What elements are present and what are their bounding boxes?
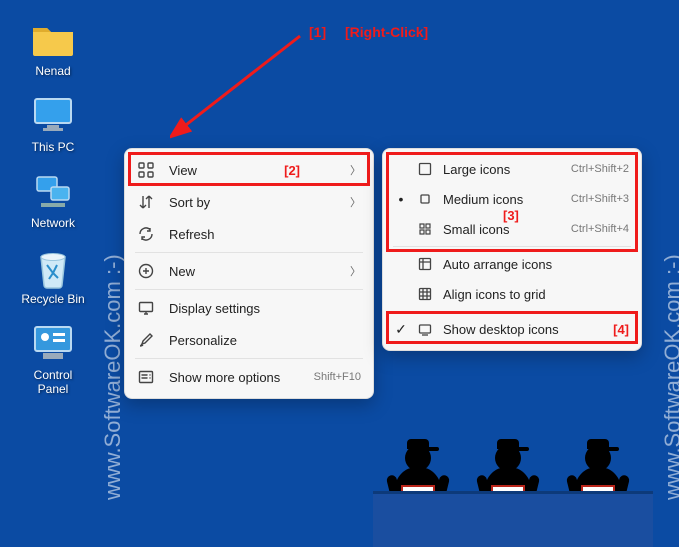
annotation-2: [2] <box>284 163 300 178</box>
desktop-icons-column: Nenad This PC Network Recycle Bin Contro… <box>18 20 88 396</box>
desktop-icons-icon <box>417 322 433 338</box>
chevron-right-icon: 〉 <box>350 263 361 279</box>
menu-item-label: View <box>169 163 270 178</box>
align-grid-icon <box>417 286 433 302</box>
submenu-item-shortcut: Ctrl+Shift+3 <box>571 193 629 205</box>
menu-item-label: Personalize <box>169 333 361 348</box>
radio-mark-selected: • <box>395 191 407 207</box>
submenu-item-large-icons[interactable]: Large icons Ctrl+Shift+2 <box>383 154 641 184</box>
menu-separator <box>135 289 363 290</box>
submenu-item-shortcut: Ctrl+Shift+2 <box>571 163 629 175</box>
menu-item-label: New <box>169 264 336 279</box>
desktop-context-menu: View [2] 〉 Sort by 〉 Refresh New 〉 Displ… <box>124 148 374 399</box>
desktop-icon-label: Network <box>31 216 75 230</box>
menu-item-refresh[interactable]: Refresh <box>125 218 373 250</box>
view-submenu: Large icons Ctrl+Shift+2 • Medium icons … <box>382 148 642 351</box>
annotation-1: [1] <box>309 24 326 40</box>
menu-separator <box>393 246 631 247</box>
desktop-icon-folder[interactable]: Nenad <box>18 20 88 78</box>
desktop-icon-label: This PC <box>32 140 75 154</box>
menu-item-label: Display settings <box>169 301 361 316</box>
watermark-text: www.SoftwareOK.com :-) <box>660 254 679 500</box>
menu-item-personalize[interactable]: Personalize <box>125 324 373 356</box>
submenu-item-shortcut: Ctrl+Shift+4 <box>571 223 629 235</box>
desktop-icon-label: Control Panel <box>18 368 88 396</box>
submenu-item-align-grid[interactable]: Align icons to grid <box>383 279 641 309</box>
menu-item-view[interactable]: View [2] 〉 <box>125 154 373 186</box>
chevron-right-icon: 〉 <box>350 162 361 178</box>
submenu-item-label: Auto arrange icons <box>443 257 629 272</box>
trash-icon <box>31 248 75 288</box>
medium-icons-icon <box>417 191 433 207</box>
desktop-icon-network[interactable]: Network <box>18 172 88 230</box>
refresh-icon <box>137 225 155 243</box>
check-mark-checked: ✓ <box>395 321 407 338</box>
grid-icon <box>137 161 155 179</box>
folder-icon <box>31 20 75 60</box>
submenu-item-label: Medium icons <box>443 192 561 207</box>
more-options-icon <box>137 368 155 386</box>
desktop-icon-control-panel[interactable]: Control Panel <box>18 324 88 396</box>
monitor-icon <box>31 96 75 136</box>
menu-item-new[interactable]: New 〉 <box>125 255 373 287</box>
menu-item-display-settings[interactable]: Display settings <box>125 292 373 324</box>
annotation-4: [4] <box>613 322 629 337</box>
submenu-item-label: Small icons <box>443 222 561 237</box>
sort-icon <box>137 193 155 211</box>
submenu-item-label: Align icons to grid <box>443 287 629 302</box>
annotation-right-click: [Right-Click] <box>345 24 428 40</box>
small-icons-icon <box>417 221 433 237</box>
menu-item-label: Show more options <box>169 370 300 385</box>
control-panel-icon <box>31 324 75 364</box>
submenu-item-auto-arrange[interactable]: Auto arrange icons <box>383 249 641 279</box>
menu-separator <box>393 311 631 312</box>
submenu-item-show-desktop-icons[interactable]: ✓ Show desktop icons [4] <box>383 314 641 345</box>
annotation-arrow <box>170 30 310 140</box>
menu-separator <box>135 252 363 253</box>
display-icon <box>137 299 155 317</box>
desktop-icon-this-pc[interactable]: This PC <box>18 96 88 154</box>
submenu-item-small-icons[interactable]: Small icons [3] Ctrl+Shift+4 <box>383 214 641 244</box>
submenu-item-medium-icons[interactable]: • Medium icons Ctrl+Shift+3 <box>383 184 641 214</box>
brush-icon <box>137 331 155 349</box>
menu-separator <box>135 358 363 359</box>
menu-item-label: Sort by <box>169 195 336 210</box>
menu-item-show-more[interactable]: Show more options Shift+F10 <box>125 361 373 393</box>
submenu-item-label: Large icons <box>443 162 561 177</box>
large-icons-icon <box>417 161 433 177</box>
menu-item-shortcut: Shift+F10 <box>314 371 361 383</box>
auto-arrange-icon <box>417 256 433 272</box>
desktop-icon-label: Recycle Bin <box>21 292 84 306</box>
plus-icon <box>137 262 155 280</box>
desktop-icon-recycle-bin[interactable]: Recycle Bin <box>18 248 88 306</box>
menu-item-sort-by[interactable]: Sort by 〉 <box>125 186 373 218</box>
desktop-icon-label: Nenad <box>35 64 70 78</box>
chevron-right-icon: 〉 <box>350 194 361 210</box>
network-icon <box>31 172 75 212</box>
menu-item-label: Refresh <box>169 227 361 242</box>
submenu-item-label: Show desktop icons <box>443 322 599 337</box>
judges-graphic: 8 7 9 <box>373 402 653 547</box>
watermark-text: www.SoftwareOK.com :-) <box>100 254 126 500</box>
